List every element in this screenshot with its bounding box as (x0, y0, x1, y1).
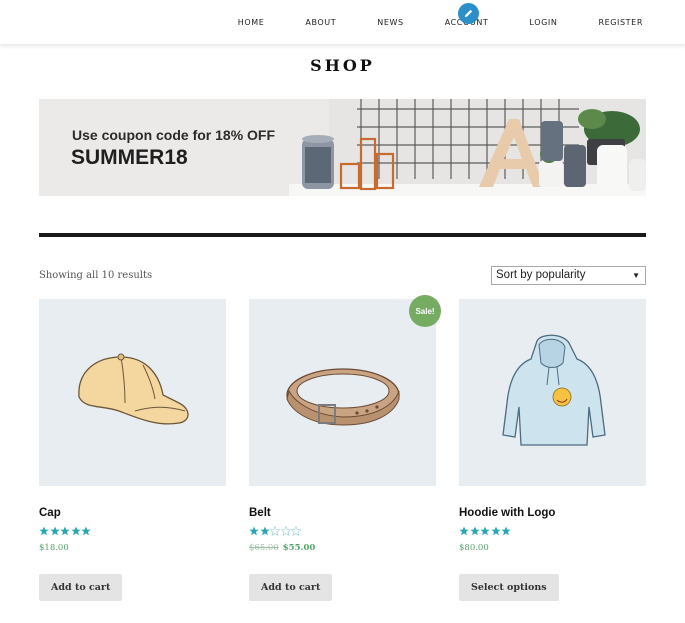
star-empty-icon (270, 526, 280, 536)
star-empty-icon (280, 526, 291, 536)
star-icon (480, 526, 490, 536)
product-card: Cap $18.00 Add to cart (39, 299, 226, 601)
belt-icon (286, 368, 400, 426)
promo-banner: Use coupon code for 18% OFF SUMMER18 (39, 99, 646, 196)
page-title: SHOP (310, 56, 375, 75)
section-divider (39, 233, 646, 237)
product-image[interactable] (39, 299, 226, 486)
sale-badge: Sale! (409, 295, 441, 327)
star-icon (490, 526, 501, 536)
product-name[interactable]: Belt (249, 507, 436, 519)
product-price: $80.00 (459, 543, 646, 553)
sort-selected-value: Sort by popularity (496, 269, 586, 281)
site-header: HOME ABOUT NEWS ACCOUNT LOGIN REGISTER (0, 0, 685, 44)
star-icon (259, 526, 270, 536)
sort-select[interactable]: Sort by popularity ▼ (491, 266, 646, 285)
cap-icon (78, 353, 189, 425)
price-current: $80.00 (459, 543, 489, 553)
product-card: Sale! Belt $65.00 $55.00 Add to cart (249, 295, 441, 601)
price-current: $18.00 (39, 543, 69, 553)
price-original: $65.00 (249, 543, 279, 553)
product-name[interactable]: Cap (39, 507, 226, 519)
banner-coupon-code: SUMMER18 (71, 146, 188, 169)
hoodie-icon (502, 334, 606, 446)
star-rating (39, 526, 226, 538)
product-price: $65.00 $55.00 (249, 543, 436, 553)
product-image[interactable] (459, 299, 646, 486)
star-icon (39, 526, 49, 536)
nav-about[interactable]: ABOUT (305, 18, 336, 27)
product-name[interactable]: Hoodie with Logo (459, 507, 646, 519)
add-to-cart-button[interactable]: Add to cart (39, 574, 123, 601)
nav-news[interactable]: NEWS (377, 18, 403, 27)
select-options-button[interactable]: Select options (459, 574, 559, 601)
star-rating (249, 526, 436, 538)
star-icon (81, 526, 91, 536)
main-nav: HOME ABOUT NEWS ACCOUNT LOGIN REGISTER (238, 0, 643, 44)
product-card: Hoodie with Logo $80.00 Select options (459, 299, 646, 601)
result-count: Showing all 10 results (39, 270, 153, 281)
nav-login[interactable]: LOGIN (529, 18, 557, 27)
star-icon (249, 526, 259, 536)
edit-pencil-button[interactable] (458, 3, 479, 24)
banner-coupon-text: Use coupon code for 18% OFF (72, 127, 276, 143)
price-current: $55.00 (282, 543, 316, 553)
nav-register[interactable]: REGISTER (598, 18, 643, 27)
dropdown-arrow-icon: ▼ (632, 271, 640, 280)
add-to-cart-button[interactable]: Add to cart (249, 574, 333, 601)
star-icon (70, 526, 81, 536)
pencil-icon (464, 9, 473, 18)
star-icon (60, 526, 70, 536)
star-rating (459, 526, 646, 538)
product-image[interactable]: Sale! (249, 295, 441, 486)
star-icon (501, 526, 511, 536)
star-icon (469, 526, 480, 536)
star-empty-icon (291, 526, 301, 536)
nav-home[interactable]: HOME (238, 18, 265, 27)
star-icon (49, 526, 60, 536)
star-icon (459, 526, 469, 536)
product-price: $18.00 (39, 543, 226, 553)
